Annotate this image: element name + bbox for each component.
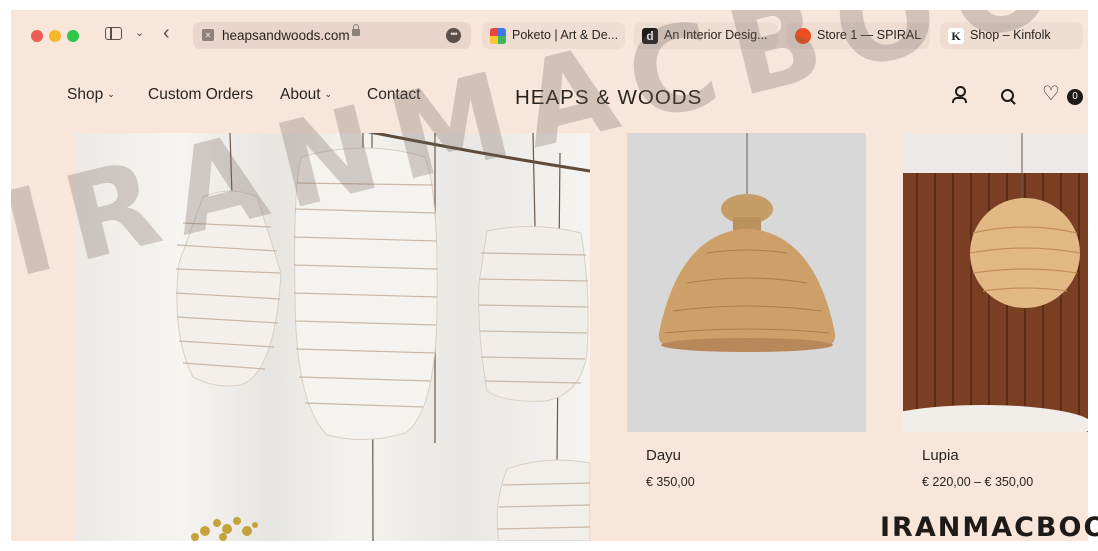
product-price-dayu: € 350,00 [646,475,695,489]
dayu-lamp-illustration [658,133,836,352]
lock-icon [352,24,360,36]
search-icon[interactable] [1001,89,1015,103]
product-price-lupia: € 220,00 – € 350,00 [922,475,1034,489]
address-bar[interactable]: × heapsandwoods.com ••• [193,22,471,49]
account-icon[interactable] [951,86,967,104]
watermark-corner: IRANMACBOOK [880,512,1098,543]
wishlist-heart-icon[interactable]: ♡ [1042,84,1060,104]
chevron-down-icon[interactable]: ⌄ [135,26,144,39]
back-arrow-icon[interactable]: ‹ [163,22,170,45]
product-name-dayu[interactable]: Dayu [646,447,681,464]
product-name-lupia[interactable]: Lupia [922,447,959,464]
site-favicon-icon: × [202,29,214,41]
sidebar-toggle-icon[interactable] [105,27,122,40]
product-image-dayu[interactable] [627,133,866,432]
browser-window: ⌄ ‹ × heapsandwoods.com ••• Poketo | Art… [11,10,1088,541]
product-image-lupia[interactable] [903,133,1088,432]
close-window-button[interactable] [31,30,43,42]
chevron-down-icon: ⌄ [107,89,115,99]
nav-shop[interactable]: Shop ⌄ [67,86,115,104]
wishlist-count-badge: 0 [1067,89,1083,105]
zoom-window-button[interactable] [67,30,79,42]
more-options-icon[interactable]: ••• [446,28,461,43]
lupia-lamp-illustration [903,133,1088,432]
url-text[interactable]: heapsandwoods.com [222,28,350,43]
nav-shop-label: Shop [67,86,104,103]
minimize-window-button[interactable] [49,30,61,42]
nav-custom-orders[interactable]: Custom Orders [148,86,253,104]
